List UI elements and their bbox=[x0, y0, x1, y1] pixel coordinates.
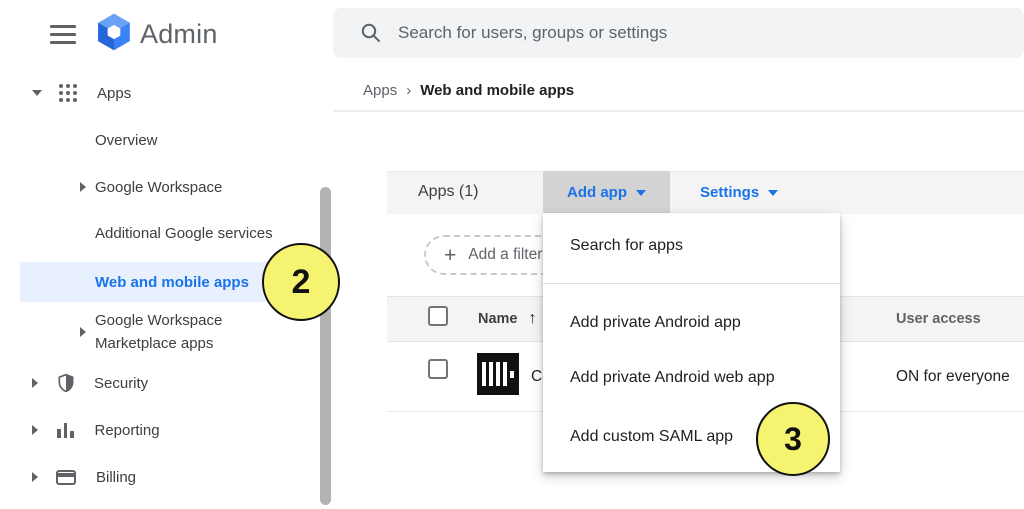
annotation-step-2-badge: 2 bbox=[262, 243, 340, 321]
search-input[interactable] bbox=[396, 22, 1024, 44]
menu-item-add-private-android-app[interactable]: Add private Android app bbox=[543, 314, 840, 332]
breadcrumb-separator-icon: › bbox=[406, 82, 411, 99]
hamburger-icon bbox=[50, 25, 76, 28]
credit-card-icon bbox=[56, 470, 76, 485]
menu-divider bbox=[543, 283, 840, 284]
apps-count-label: Apps (1) bbox=[418, 171, 478, 213]
sidebar-item-apps[interactable]: Apps bbox=[0, 76, 310, 110]
user-access-header-label: User access bbox=[896, 311, 981, 327]
sidebar-item-billing[interactable]: Billing bbox=[0, 460, 310, 494]
sidebar-item-web-and-mobile-apps[interactable]: Web and mobile apps bbox=[20, 262, 272, 302]
caret-down-icon[interactable] bbox=[32, 90, 42, 96]
add-app-button-label: Add app bbox=[567, 184, 627, 201]
sidebar-item-label: Overview bbox=[95, 132, 158, 149]
sidebar-item-label: Google Workspace bbox=[95, 179, 222, 196]
add-app-button[interactable]: Add app bbox=[543, 171, 670, 213]
breadcrumb: Apps › Web and mobile apps bbox=[363, 80, 574, 100]
sidebar-item-label: Additional Google services bbox=[95, 225, 273, 242]
sidebar-item-label: Security bbox=[94, 375, 148, 392]
breadcrumb-divider bbox=[333, 110, 1024, 112]
hamburger-menu-button[interactable] bbox=[50, 25, 76, 45]
app-tile-icon bbox=[477, 353, 519, 395]
bar-chart-icon bbox=[57, 423, 74, 438]
settings-button[interactable]: Settings bbox=[690, 171, 788, 213]
sidebar-item-label: Reporting bbox=[95, 422, 160, 439]
caret-right-icon[interactable] bbox=[80, 327, 86, 337]
sidebar-item-additional-google-services[interactable]: Additional Google services bbox=[0, 217, 310, 249]
caret-right-icon[interactable] bbox=[32, 378, 38, 388]
sidebar-item-google-workspace[interactable]: Google Workspace bbox=[0, 171, 310, 203]
add-filter-label: Add a filter bbox=[468, 246, 542, 264]
sidebar-item-label: Apps bbox=[97, 85, 131, 102]
row-checkbox[interactable] bbox=[428, 359, 448, 379]
select-all-checkbox[interactable] bbox=[428, 306, 448, 326]
annotation-step-3-badge: 3 bbox=[756, 402, 830, 476]
sidebar-item-label: Billing bbox=[96, 469, 136, 486]
sort-ascending-icon: ↑ bbox=[529, 310, 537, 328]
breadcrumb-parent-link[interactable]: Apps bbox=[363, 82, 397, 99]
sidebar-scrollbar[interactable] bbox=[320, 187, 331, 505]
settings-button-label: Settings bbox=[700, 184, 759, 201]
sidebar-item-label: Web and mobile apps bbox=[95, 274, 249, 291]
plus-icon: + bbox=[444, 245, 456, 266]
sidebar-item-google-workspace-marketplace-apps[interactable]: Google Workspace Marketplace apps bbox=[0, 308, 310, 356]
name-header-label: Name bbox=[478, 311, 518, 327]
user-access-value: ON for everyone bbox=[896, 342, 1010, 411]
admin-product-title: Admin bbox=[140, 19, 218, 50]
admin-console-page: Admin Apps Overview Google Workspace Add… bbox=[0, 0, 1024, 509]
grid-icon bbox=[59, 84, 78, 103]
admin-search-bar[interactable] bbox=[333, 8, 1024, 58]
search-icon bbox=[360, 22, 382, 44]
caret-right-icon[interactable] bbox=[80, 182, 86, 192]
menu-item-search-for-apps[interactable]: Search for apps bbox=[543, 237, 840, 255]
breadcrumb-current: Web and mobile apps bbox=[420, 82, 574, 99]
admin-logo-icon bbox=[95, 13, 133, 51]
app-name-text: C bbox=[531, 342, 542, 411]
sidebar-item-security[interactable]: Security bbox=[0, 366, 310, 400]
caret-right-icon[interactable] bbox=[32, 472, 38, 482]
menu-item-add-private-android-web-app[interactable]: Add private Android web app bbox=[543, 369, 840, 387]
caret-down-icon bbox=[768, 190, 778, 196]
caret-right-icon[interactable] bbox=[32, 425, 38, 435]
sidebar-item-overview[interactable]: Overview bbox=[0, 124, 310, 156]
sidebar-item-reporting[interactable]: Reporting bbox=[0, 413, 310, 447]
shield-icon bbox=[56, 372, 76, 394]
sidebar-item-label: Google Workspace Marketplace apps bbox=[95, 309, 253, 355]
column-header-user-access: User access bbox=[896, 296, 981, 342]
column-header-name[interactable]: Name ↑ bbox=[478, 296, 537, 342]
caret-down-icon bbox=[636, 190, 646, 196]
